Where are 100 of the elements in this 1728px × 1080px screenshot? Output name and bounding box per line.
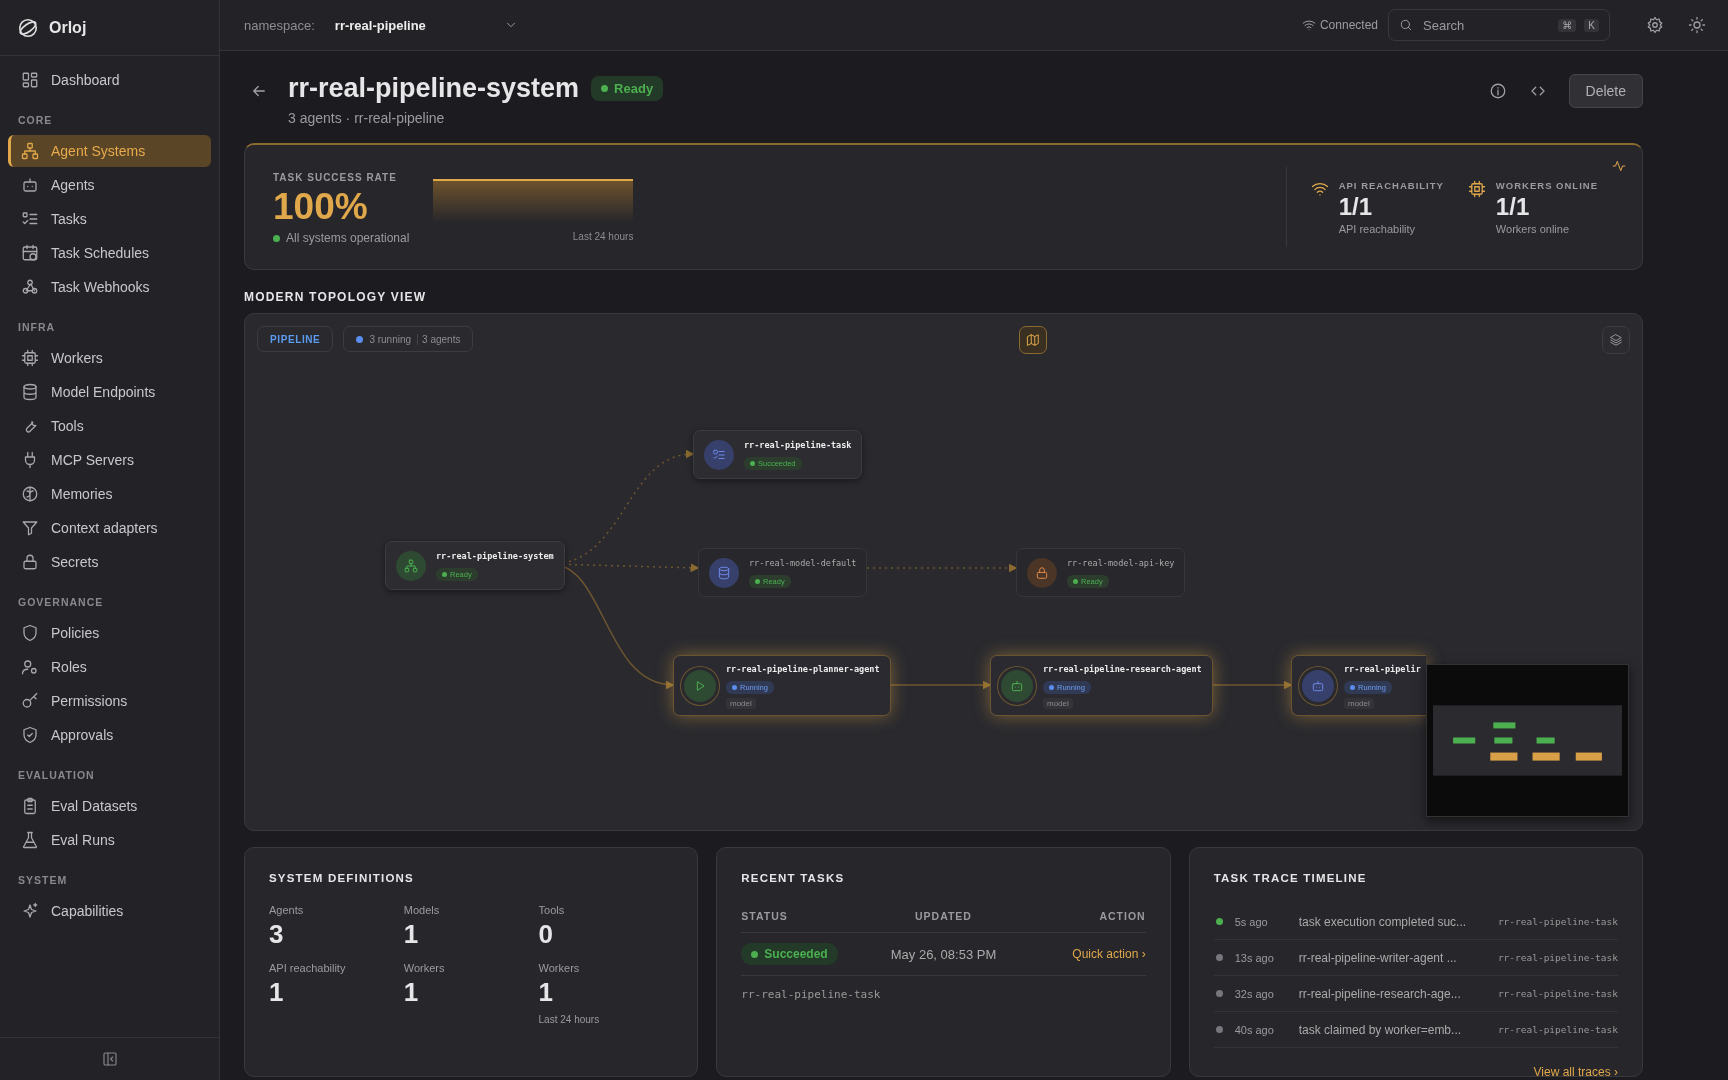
shield-icon [21, 624, 39, 642]
search-input[interactable]: Search [1421, 16, 1551, 34]
chip-icon [21, 349, 39, 367]
mode-tag: PIPELINE [257, 326, 334, 352]
sidebar-item[interactable]: Permissions [8, 685, 211, 717]
metric-label: TASK SUCCESS RATE [273, 171, 398, 183]
delete-button[interactable]: Delete [1568, 74, 1643, 108]
sidebar-item[interactable]: Dashboard [8, 64, 211, 96]
node-tag: model [1344, 697, 1374, 709]
sidebar-item[interactable]: Approvals [8, 719, 211, 751]
wifi-icon [1301, 18, 1316, 32]
event-text: rr-real-pipeline-research-age... [1298, 986, 1462, 1001]
activity-icon [1612, 159, 1626, 173]
namespace-dropdown[interactable]: rr-real-pipeline [324, 17, 528, 33]
node-name: rr-real-model-default [749, 557, 857, 570]
shortcut-key: K [1584, 18, 1599, 32]
event-time: 40s ago [1234, 1023, 1275, 1036]
column-header: ACTION [1098, 910, 1146, 922]
lock-icon [21, 553, 39, 571]
sidebar-item[interactable]: Eval Runs [8, 824, 211, 856]
user-gear-icon [21, 658, 39, 676]
database-icon [21, 383, 39, 401]
node-name: rr-real-pipeline-system [436, 550, 554, 563]
quick-action-link[interactable]: Quick action › [1010, 947, 1146, 961]
card-title: RECENT TASKS [741, 872, 846, 884]
section-heading: INFRA [17, 320, 57, 335]
sidebar-item[interactable]: Roles [8, 651, 211, 683]
sidebar-item[interactable]: Model Endpoints [8, 376, 211, 408]
definition-note: Last 24 hours [538, 1014, 601, 1025]
info-icon[interactable] [1488, 82, 1507, 100]
map-button[interactable] [1019, 326, 1047, 354]
sidebar-item[interactable]: Memories [8, 478, 211, 510]
time-range: Last 24 hours [571, 230, 634, 242]
metric-value: 1/1 [1338, 192, 1374, 221]
sidebar-item[interactable]: Agents [8, 169, 211, 201]
metric-label: API REACHABILITY [1338, 179, 1444, 191]
brand-name: Orloj [49, 18, 87, 37]
sidebar-item[interactable]: Task Schedules [8, 237, 211, 269]
updated-time: May 26, 08:53 PM [889, 946, 998, 962]
sidebar-item[interactable]: MCP Servers [8, 444, 211, 476]
metric-caption: Workers online [1495, 222, 1571, 235]
sidebar-item[interactable]: Secrets [8, 546, 211, 578]
sidebar-item[interactable]: Tasks [8, 203, 211, 235]
sidebar-item[interactable]: Tools [8, 410, 211, 442]
namespace-label: namespace: [244, 17, 315, 33]
definition-value: 1 [403, 919, 420, 950]
hierarchy-icon [404, 558, 418, 573]
search-field[interactable]: Search ⌘ K [1388, 9, 1610, 41]
card-title: SYSTEM DEFINITIONS [269, 872, 415, 884]
sidebar-item[interactable]: Capabilities [8, 895, 211, 927]
connection-status: Connected [1319, 18, 1378, 32]
settings-icon[interactable] [1646, 16, 1664, 34]
robot-icon [21, 176, 39, 194]
event-task: rr-real-pipeline-task [1497, 916, 1618, 927]
card-title: TASK TRACE TIMELINE [1213, 872, 1368, 884]
filter-icon [21, 519, 39, 537]
page-subtitle: 3 agents · rr-real-pipeline [288, 109, 446, 126]
node-name: rr-real-model-api-key [1067, 557, 1175, 570]
sidebar-item[interactable]: Context adapters [8, 512, 211, 544]
definition-label: API reachability [269, 962, 347, 974]
search-icon [1399, 18, 1413, 32]
view-all-link[interactable]: View all traces › [1533, 1065, 1618, 1079]
sidebar-item[interactable]: Task Webhooks [8, 271, 211, 303]
layers-button[interactable] [1602, 326, 1630, 354]
event-text: rr-real-pipeline-writer-agent ... [1298, 950, 1458, 965]
agent-count: 3 agents [417, 333, 461, 345]
section-heading: GOVERNANCE [17, 595, 105, 610]
status-badge: Ready [591, 75, 664, 101]
webhook-icon [21, 278, 39, 296]
node-tag: model [1043, 697, 1073, 709]
shield-check-icon [21, 726, 39, 744]
node-name: rr-real-pipelir [1344, 662, 1421, 676]
definition-label: Tools [538, 904, 566, 916]
collapse-sidebar-icon[interactable] [101, 1051, 118, 1067]
section-heading: SYSTEM [17, 873, 69, 888]
sidebar-item[interactable]: Policies [8, 617, 211, 649]
definition-label: Workers [538, 962, 581, 974]
event-task: rr-real-pipeline-task [1497, 1024, 1618, 1035]
hierarchy-icon [21, 142, 39, 160]
event-time: 32s ago [1234, 987, 1275, 1000]
shortcut-key: ⌘ [1558, 18, 1577, 32]
node-name: rr-real-pipeline-task [744, 439, 852, 452]
section-heading: EVALUATION [17, 768, 96, 783]
checklist-icon [712, 447, 726, 462]
status-note: All systems operational [273, 230, 410, 245]
page-title: rr-real-pipeline-system [288, 72, 580, 104]
sidebar-item[interactable]: Agent Systems [8, 135, 211, 167]
metric-caption: API reachability [1338, 222, 1417, 235]
event-text: task execution completed suc... [1298, 914, 1468, 929]
node-name: rr-real-pipeline-planner-agent [726, 662, 880, 676]
definition-value: 1 [403, 977, 420, 1008]
robot-icon [1010, 678, 1024, 693]
sidebar-item[interactable]: Workers [8, 342, 211, 374]
sparkles-icon [21, 902, 39, 920]
sidebar-item[interactable]: Eval Datasets [8, 790, 211, 822]
event-time: 13s ago [1234, 951, 1275, 964]
sun-icon[interactable] [1688, 16, 1706, 34]
logo-icon [17, 16, 39, 39]
event-task: rr-real-pipeline-task [1497, 988, 1618, 999]
definition-value: 3 [269, 919, 285, 950]
